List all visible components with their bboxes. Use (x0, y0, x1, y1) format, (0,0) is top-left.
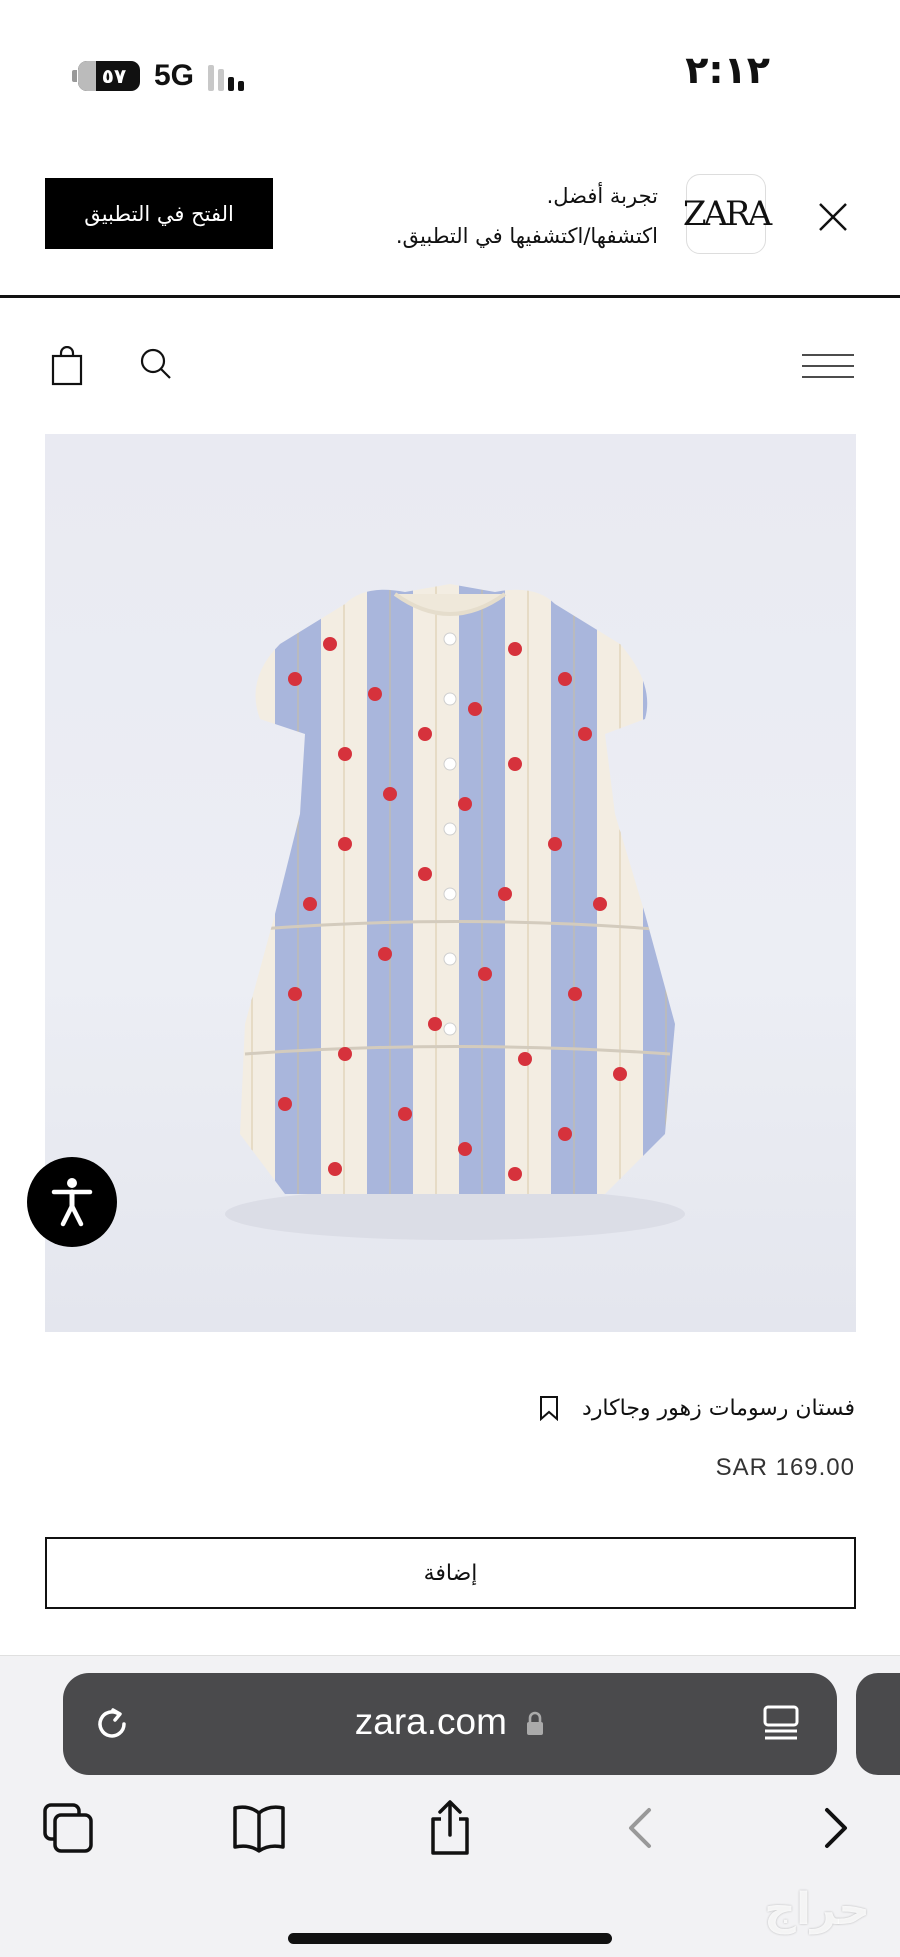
status-indicators: ٥٧ 5G (72, 56, 245, 96)
back-button[interactable] (610, 1798, 670, 1858)
next-tab-address-bar[interactable] (856, 1673, 900, 1775)
url-display[interactable]: zara.com (63, 1701, 837, 1743)
battery-indicator: ٥٧ (72, 61, 140, 91)
accessibility-icon (51, 1178, 93, 1227)
banner-subline: اكتشفها/اكتشفيها في التطبيق. (395, 224, 658, 248)
shopping-bag-icon (51, 345, 83, 386)
close-banner-button[interactable] (808, 192, 858, 242)
banner-message: تجربة أفضل. اكتشفها/اكتشفيها في التطبيق. (396, 176, 658, 256)
home-indicator (288, 1933, 612, 1944)
address-bar[interactable]: zara.com (63, 1673, 837, 1775)
browser-toolbar (0, 1798, 900, 1878)
product-name: فستان رسومات زهور وجاكارد (582, 1395, 855, 1421)
battery-level: ٥٧ (101, 64, 127, 88)
browser-chrome: zara.com حراج (0, 1655, 900, 1957)
hamburger-menu-button[interactable] (800, 350, 856, 382)
open-in-app-button[interactable]: الفتح في التطبيق (45, 178, 273, 249)
lock-icon (527, 1711, 544, 1736)
chevron-right-icon (825, 1808, 847, 1848)
status-bar: ٥٧ 5G ٢:١٢ (0, 0, 900, 140)
product-title-row: فستان رسومات زهور وجاكارد (538, 1395, 855, 1421)
tabs-icon (43, 1803, 93, 1853)
zara-app-logo: ZARA (683, 174, 772, 254)
close-icon (819, 203, 847, 231)
network-type: 5G (154, 59, 195, 92)
signal-strength-icon (208, 61, 245, 91)
forward-button[interactable] (806, 1798, 866, 1858)
menu-icon (802, 354, 854, 378)
book-icon (233, 1805, 285, 1853)
banner-headline: تجربة أفضل. (546, 184, 658, 208)
site-header (0, 300, 900, 430)
watermark: حراج (764, 1884, 870, 1935)
page: ٥٧ 5G ٢:١٢ الفتح في التطبيق تجربة أفضل. … (0, 0, 900, 1957)
add-to-cart-button[interactable]: إضافة (45, 1537, 856, 1609)
search-icon (140, 348, 171, 379)
search-button[interactable] (138, 346, 174, 382)
accessibility-button[interactable] (27, 1157, 117, 1247)
app-install-banner: الفتح في التطبيق تجربة أفضل. اكتشفها/اكت… (0, 140, 900, 298)
bookmarks-button[interactable] (229, 1798, 289, 1858)
reader-icon (763, 1705, 799, 1740)
product-price: SAR 169.00 (715, 1454, 855, 1481)
share-button[interactable] (420, 1798, 480, 1858)
tabs-button[interactable] (38, 1798, 98, 1858)
dress-photo (225, 584, 685, 1240)
share-icon (431, 1800, 469, 1855)
url-text: zara.com (354, 1701, 507, 1742)
product-image[interactable] (45, 434, 856, 1332)
chevron-left-icon (629, 1808, 651, 1848)
shopping-bag-button[interactable] (50, 345, 84, 386)
bookmark-icon[interactable] (538, 1395, 560, 1421)
reader-view-button[interactable] (761, 1703, 801, 1745)
clock: ٢:١٢ (685, 48, 770, 92)
